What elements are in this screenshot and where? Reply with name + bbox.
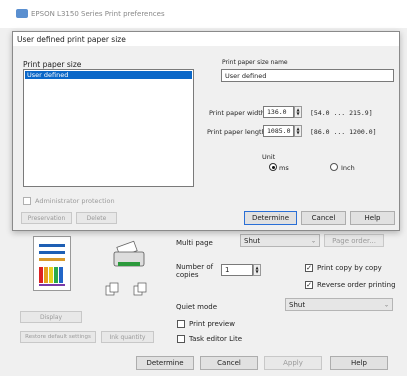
- list-item-label: User defined: [27, 71, 69, 79]
- paper-size-name-input[interactable]: User defined: [221, 69, 394, 82]
- reverse-order-checkbox[interactable]: ✓: [305, 281, 313, 289]
- copies-value: 1: [225, 266, 230, 274]
- admin-protection-checkbox[interactable]: [23, 197, 31, 205]
- delete-button[interactable]: Delete: [76, 212, 117, 224]
- quiet-mode-select[interactable]: Shut ⌄: [285, 298, 393, 311]
- paper-size-name-label: Print paper size name: [222, 59, 288, 66]
- display-button[interactable]: Display: [20, 311, 82, 323]
- dialog-help-button[interactable]: Help: [350, 211, 395, 225]
- print-copy-by-copy-label: Print copy by copy: [317, 264, 382, 272]
- paper-width-label: Print paper width: [209, 109, 265, 117]
- copies-input[interactable]: 1: [221, 264, 253, 276]
- print-preview-checkbox[interactable]: [177, 320, 185, 328]
- paper-length-input[interactable]: 1085.0: [263, 125, 294, 137]
- reverse-order-label: Reverse order printing: [317, 281, 396, 289]
- paper-length-range: [86.0 ... 1200.0]: [310, 128, 377, 136]
- copies-stepper[interactable]: ▲ ▼: [253, 264, 261, 276]
- printer-illustration-icon: [110, 240, 150, 270]
- unit-inch-radio[interactable]: [330, 163, 338, 171]
- multi-page-value: Shut: [244, 236, 261, 245]
- multi-page-select[interactable]: Shut ⌄: [240, 234, 320, 247]
- paper-size-list-label: Print paper size: [23, 60, 82, 69]
- admin-protection-label: Administrator protection: [35, 197, 115, 205]
- main-window-title: EPSON L3150 Series Print preferences: [31, 10, 165, 18]
- ink-quantity-button[interactable]: Ink quantity: [101, 331, 154, 343]
- main-help-button[interactable]: Help: [330, 356, 388, 370]
- dialog-determine-button[interactable]: Determine: [244, 211, 297, 225]
- chevron-down-icon: ⌄: [310, 237, 316, 244]
- paper-preview: [33, 236, 71, 291]
- unit-inch-label: Inch: [341, 164, 355, 172]
- task-editor-label: Task editor Lite: [189, 335, 243, 343]
- restore-defaults-button[interactable]: Restore default settings: [20, 331, 96, 343]
- paper-length-label: Print paper length: [207, 128, 266, 136]
- list-item[interactable]: User defined: [25, 71, 192, 79]
- main-apply-button[interactable]: Apply: [264, 356, 322, 370]
- quiet-mode-value: Shut: [289, 300, 306, 309]
- unit-label: Unit: [262, 153, 276, 161]
- main-cancel-button[interactable]: Cancel: [200, 356, 258, 370]
- chevron-down-icon: ⌄: [383, 301, 389, 308]
- paper-width-value: 136.0: [267, 108, 287, 116]
- dialog-title-bar: User defined print paper size: [13, 32, 399, 46]
- user-defined-paper-size-dialog: User defined print paper size Print pape…: [12, 31, 400, 231]
- main-title-bar: EPSON L3150 Series Print preferences: [0, 0, 407, 28]
- paper-length-stepper[interactable]: ▲ ▼: [294, 125, 302, 137]
- print-copy-by-copy-checkbox[interactable]: ✓: [305, 264, 313, 272]
- printer-icon: [16, 9, 28, 18]
- paper-width-range: [54.0 ... 215.9]: [310, 109, 373, 117]
- paper-width-input[interactable]: 136.0: [263, 106, 294, 118]
- main-determine-button[interactable]: Determine: [136, 356, 194, 370]
- unit-mm-label: ms: [279, 164, 289, 172]
- print-preview-label: Print preview: [189, 320, 235, 328]
- paper-size-name-value: User defined: [225, 71, 267, 80]
- dialog-title: User defined print paper size: [17, 35, 126, 44]
- paper-width-stepper[interactable]: ▲ ▼: [294, 106, 302, 118]
- multi-page-label: Multi page: [176, 239, 213, 247]
- page-order-button[interactable]: Page order...: [324, 234, 384, 247]
- paper-length-value: 1085.0: [267, 127, 291, 135]
- dialog-cancel-button[interactable]: Cancel: [301, 211, 346, 225]
- task-editor-checkbox[interactable]: [177, 335, 185, 343]
- quiet-mode-label: Quiet mode: [176, 303, 218, 311]
- preservation-button[interactable]: Preservation: [21, 212, 72, 224]
- copies-label: Number of copies: [176, 263, 214, 279]
- unit-mm-radio[interactable]: [269, 163, 277, 171]
- paper-size-list[interactable]: User defined: [23, 69, 194, 187]
- copies-illustration-icon: [104, 282, 152, 296]
